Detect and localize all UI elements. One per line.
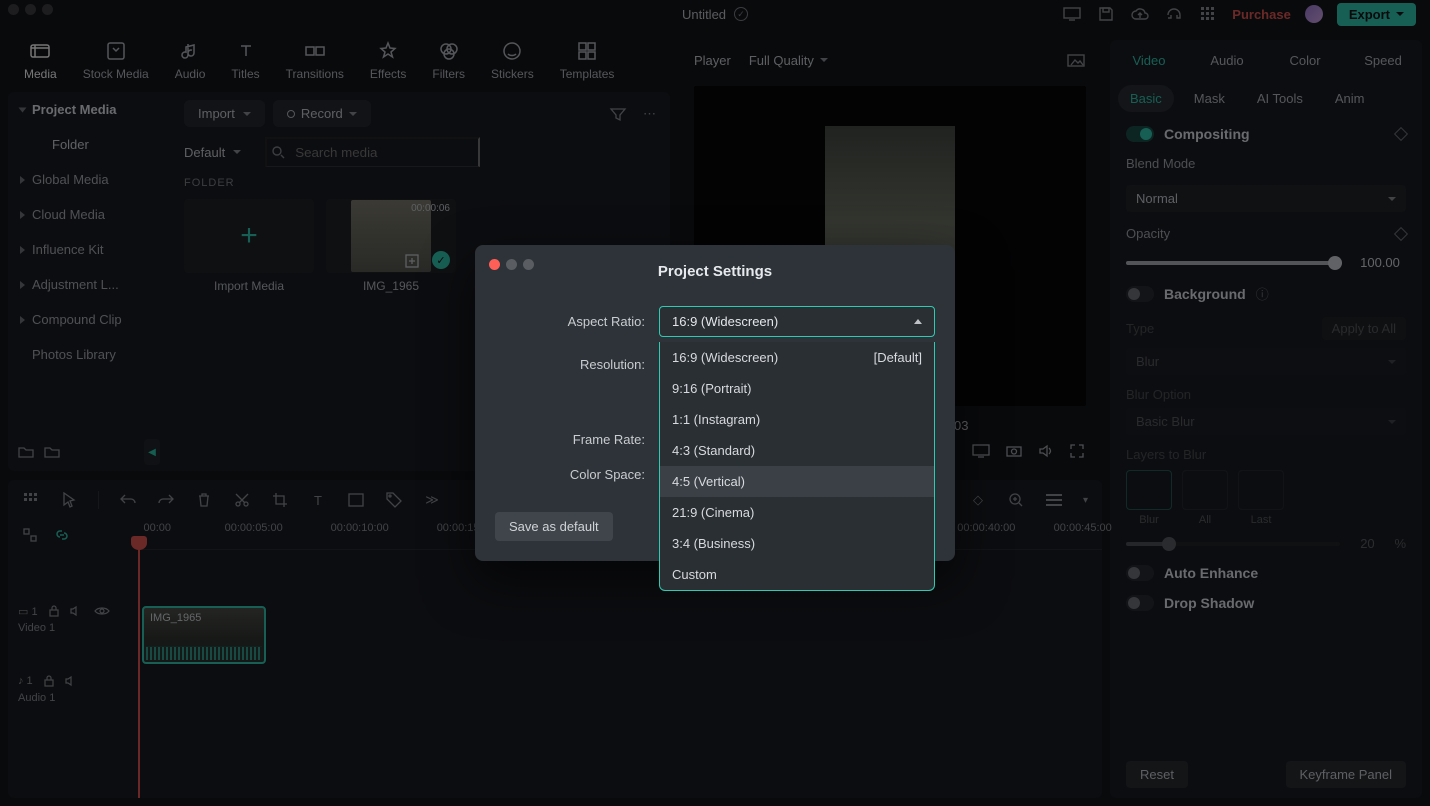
colorspace-label: Color Space: — [495, 467, 645, 482]
aspect-option-4-3[interactable]: 4:3 (Standard) — [660, 435, 934, 466]
resolution-label: Resolution: — [495, 357, 645, 372]
aspect-ratio-value: 16:9 (Widescreen) — [672, 314, 778, 329]
modal-close-dot[interactable] — [489, 259, 500, 270]
modal-title: Project Settings — [495, 263, 935, 280]
aspect-ratio-label: Aspect Ratio: — [495, 314, 645, 329]
framerate-label: Frame Rate: — [495, 432, 645, 447]
aspect-option-4-5[interactable]: 4:5 (Vertical) — [660, 466, 934, 497]
aspect-option-9-16[interactable]: 9:16 (Portrait) — [660, 373, 934, 404]
save-default-button[interactable]: Save as default — [495, 512, 613, 541]
project-settings-modal: Project Settings Aspect Ratio: 16:9 (Wid… — [475, 245, 955, 561]
modal-max-dot — [523, 259, 534, 270]
default-tag: [Default] — [874, 350, 922, 365]
aspect-option-custom[interactable]: Custom — [660, 559, 934, 590]
aspect-ratio-select[interactable]: 16:9 (Widescreen) — [659, 306, 935, 337]
aspect-option-3-4[interactable]: 3:4 (Business) — [660, 528, 934, 559]
chevron-up-icon — [914, 319, 922, 324]
aspect-option-1-1[interactable]: 1:1 (Instagram) — [660, 404, 934, 435]
aspect-ratio-dropdown: 16:9 (Widescreen)[Default] 9:16 (Portrai… — [659, 342, 935, 591]
modal-min-dot — [506, 259, 517, 270]
aspect-option-21-9[interactable]: 21:9 (Cinema) — [660, 497, 934, 528]
modal-overlay: Project Settings Aspect Ratio: 16:9 (Wid… — [0, 0, 1430, 806]
aspect-option-16-9[interactable]: 16:9 (Widescreen)[Default] — [660, 342, 934, 373]
